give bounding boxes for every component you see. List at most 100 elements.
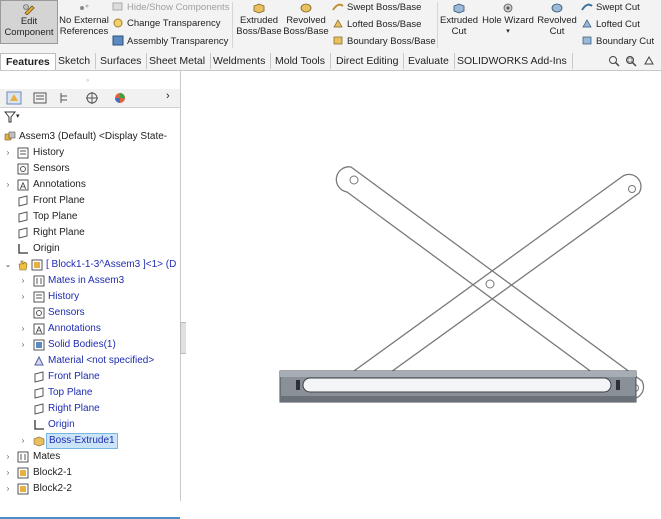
previous-view-icon[interactable] <box>643 55 655 67</box>
material-icon <box>34 355 44 366</box>
hole-wizard-button[interactable]: Hole Wizard ▾ <box>481 0 535 37</box>
graphics-viewport[interactable] <box>186 71 661 501</box>
feature-manager-tab-icon[interactable] <box>6 91 22 105</box>
edit-component-button[interactable]: Edit Component <box>0 0 58 44</box>
assembly-transparency-button[interactable]: Assembly Transparency <box>112 34 228 50</box>
sensors-icon <box>17 163 29 175</box>
tab-surfaces[interactable]: Surfaces <box>95 53 148 69</box>
expand-arrow-icon[interactable]: › <box>19 273 27 289</box>
component-annotations-label: Annotations <box>48 323 101 334</box>
revolved-cut-button[interactable]: Revolved Cut <box>537 0 577 37</box>
extruded-boss-button[interactable]: Extruded Boss/Base <box>235 0 283 37</box>
tab-evaluate[interactable]: Evaluate <box>403 53 455 69</box>
part-icon <box>17 467 29 479</box>
chevron-right-icon[interactable]: › <box>166 90 170 102</box>
tab-weldments[interactable]: Weldments <box>208 53 272 69</box>
tab-sheet-metal[interactable]: Sheet Metal <box>144 53 212 69</box>
zoom-to-area-icon[interactable] <box>625 55 637 67</box>
expand-arrow-icon[interactable]: › <box>19 433 27 449</box>
expand-arrow-icon[interactable]: › <box>4 449 12 465</box>
mates-icon <box>17 451 29 463</box>
feature-manager-panel: ◦ › ▾ Assem3 (Default) <Display State- ›… <box>0 71 181 519</box>
ribbon-separator <box>232 2 233 48</box>
revolved-boss-icon <box>300 3 312 13</box>
tree-item-boss-extrude1[interactable]: › Boss-Extrude1 <box>0 433 180 449</box>
material-label: Material <not specified> <box>48 355 155 366</box>
boss-extrude1-label: Boss-Extrude1 <box>46 433 118 449</box>
tab-features[interactable]: Features <box>0 53 56 70</box>
zoom-to-fit-icon[interactable] <box>608 55 620 67</box>
expand-arrow-icon[interactable]: › <box>4 481 12 497</box>
collapse-handle-icon[interactable]: ◦ <box>86 75 89 85</box>
revolved-cut-icon <box>551 3 563 13</box>
boundary-cut-label: Boundary Cut <box>596 36 655 47</box>
sensors-icon <box>33 307 45 319</box>
solid-bodies-icon <box>33 339 45 351</box>
plane-icon <box>18 227 28 239</box>
block2-1-label: Block2-1 <box>33 467 72 478</box>
no-external-references-label: No External References <box>59 15 109 37</box>
pivot-pin[interactable] <box>485 279 495 289</box>
origin-icon <box>18 244 28 254</box>
plane-icon <box>18 195 28 207</box>
expand-arrow-icon[interactable]: › <box>19 321 27 337</box>
extruded-cut-button[interactable]: Extruded Cut <box>439 0 479 37</box>
change-transparency-button[interactable]: Change Transparency <box>112 16 220 32</box>
annotations-icon: A <box>17 179 29 191</box>
link-bar-2[interactable] <box>350 173 642 391</box>
expand-arrow-icon[interactable]: › <box>4 465 12 481</box>
tab-sketch[interactable]: Sketch <box>53 53 97 69</box>
origin-label: Origin <box>33 243 60 254</box>
lofted-cut-button[interactable]: Lofted Cut <box>581 17 640 33</box>
boundary-cut-button[interactable]: Boundary Cut <box>581 34 654 50</box>
display-manager-tab-icon[interactable] <box>112 91 128 105</box>
lofted-cut-label: Lofted Cut <box>596 19 640 30</box>
change-transparency-label: Change Transparency <box>127 18 221 29</box>
assembly-icon <box>4 131 16 141</box>
lofted-boss-label: Lofted Boss/Base <box>347 19 422 30</box>
sensors-label: Sensors <box>33 163 70 174</box>
swept-cut-icon <box>581 3 593 11</box>
command-manager-ribbon: Edit Component No External References Hi… <box>0 0 661 53</box>
no-references-icon <box>80 4 89 10</box>
model-drawing <box>279 166 645 403</box>
swept-cut-button[interactable]: Swept Cut <box>581 0 640 16</box>
collapse-arrow-icon[interactable]: ⌄ <box>4 257 12 273</box>
property-manager-tab-icon[interactable] <box>32 91 48 105</box>
top-plane-label: Top Plane <box>33 211 78 222</box>
no-external-references-button[interactable]: No External References <box>58 0 110 37</box>
edit-component-icon <box>23 4 35 15</box>
extruded-boss-icon <box>253 3 265 14</box>
boundary-cut-icon <box>582 36 592 45</box>
tab-mold-tools[interactable]: Mold Tools <box>270 53 331 69</box>
mates-icon <box>33 275 45 287</box>
tab-solidworks-addins[interactable]: SOLIDWORKS Add-Ins <box>452 53 573 69</box>
expand-arrow-icon[interactable]: › <box>4 145 12 161</box>
plane-icon <box>18 211 28 223</box>
filter-dropdown-icon[interactable]: ▾ <box>16 112 20 120</box>
expand-arrow-icon[interactable]: › <box>19 337 27 353</box>
assembly-transparency-label: Assembly Transparency <box>127 36 229 47</box>
base-block-boss-extrude1[interactable] <box>279 370 637 403</box>
transparency-icon <box>113 18 123 28</box>
part-icon <box>31 259 43 271</box>
configuration-manager-tab-icon[interactable] <box>58 91 74 105</box>
boundary-boss-icon <box>333 36 343 45</box>
expand-arrow-icon[interactable]: › <box>4 177 12 193</box>
hole-wizard-icon <box>503 3 513 13</box>
history-icon <box>17 147 29 159</box>
expand-arrow-icon[interactable]: › <box>19 289 27 305</box>
tab-direct-editing[interactable]: Direct Editing <box>331 53 405 69</box>
lofted-boss-button[interactable]: Lofted Boss/Base <box>332 17 421 33</box>
link-bar-1[interactable] <box>335 166 645 400</box>
revolved-boss-button[interactable]: Revolved Boss/Base <box>283 0 329 37</box>
plane-icon <box>34 371 44 383</box>
dimxpert-tab-icon[interactable] <box>84 91 100 105</box>
hide-show-label: Hide/Show Components <box>127 2 230 13</box>
swept-boss-button[interactable]: Swept Boss/Base <box>332 0 421 16</box>
chevron-down-icon[interactable]: ▾ <box>481 26 535 37</box>
boundary-boss-button[interactable]: Boundary Boss/Base <box>332 34 436 50</box>
annotations-icon: A <box>33 323 45 335</box>
swept-cut-label: Swept Cut <box>596 2 640 13</box>
hide-show-components-button[interactable]: Hide/Show Components <box>112 0 229 16</box>
